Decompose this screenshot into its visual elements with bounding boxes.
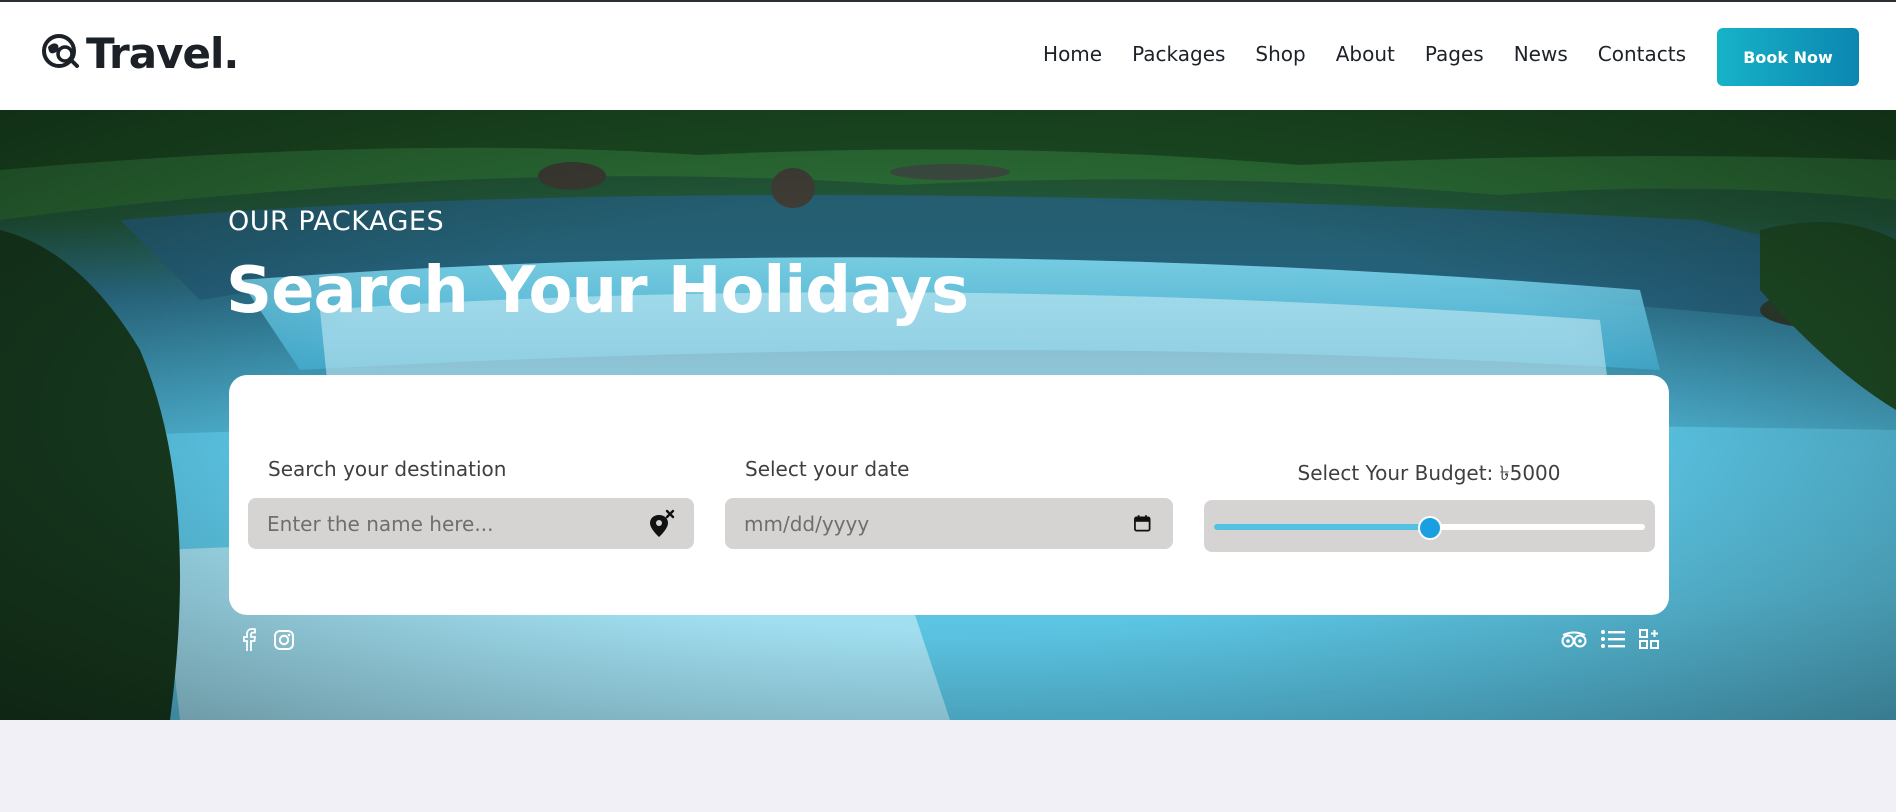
logo[interactable]: Travel. (40, 28, 239, 78)
search-form: Search your destination Enter the name h… (229, 375, 1669, 615)
nav-packages[interactable]: Packages (1132, 42, 1225, 66)
book-now-button[interactable]: Book Now (1717, 28, 1859, 86)
nav-about[interactable]: About (1336, 42, 1395, 66)
date-label: Select your date (745, 457, 910, 481)
hero-subtitle: OUR PACKAGES (228, 206, 445, 237)
nav-shop[interactable]: Shop (1255, 42, 1305, 66)
budget-slider-thumb[interactable] (1417, 516, 1442, 540)
nav-news[interactable]: News (1514, 42, 1568, 66)
budget-slider-fill (1214, 524, 1430, 530)
globe-search-icon (42, 34, 79, 68)
list-icon[interactable] (1600, 628, 1626, 650)
destination-label: Search your destination (268, 457, 507, 481)
calendar-icon[interactable] (1132, 513, 1154, 535)
location-pin-icon (650, 509, 675, 537)
nav-home[interactable]: Home (1043, 42, 1102, 66)
facebook-icon[interactable] (239, 627, 259, 653)
nav-pages[interactable]: Pages (1425, 42, 1484, 66)
instagram-icon[interactable] (273, 629, 295, 651)
nav-contacts[interactable]: Contacts (1598, 42, 1686, 66)
hero-title: Search Your Holidays (226, 254, 969, 328)
budget-slider[interactable] (1214, 516, 1645, 540)
site-header: Travel. Home Packages Shop About Pages N… (0, 2, 1896, 110)
date-placeholder: mm/dd/yyyy (744, 511, 870, 536)
destination-input[interactable]: Enter the name here... (248, 498, 694, 549)
budget-slider-box (1204, 500, 1655, 552)
social-links (239, 627, 295, 653)
budget-label: Select Your Budget: ৳5000 (1297, 461, 1561, 485)
tripadvisor-icon[interactable] (1560, 628, 1588, 650)
view-options (1560, 628, 1660, 650)
destination-placeholder: Enter the name here... (267, 511, 494, 536)
date-input[interactable]: mm/dd/yyyy (725, 498, 1173, 549)
page-content-area (0, 720, 1896, 812)
grid-icon[interactable] (1638, 628, 1660, 650)
main-nav: Home Packages Shop About Pages News Cont… (1043, 42, 1686, 66)
brand-name: Travel. (86, 28, 239, 78)
hero-section: OUR PACKAGES Search Your Holidays Search… (0, 110, 1896, 720)
